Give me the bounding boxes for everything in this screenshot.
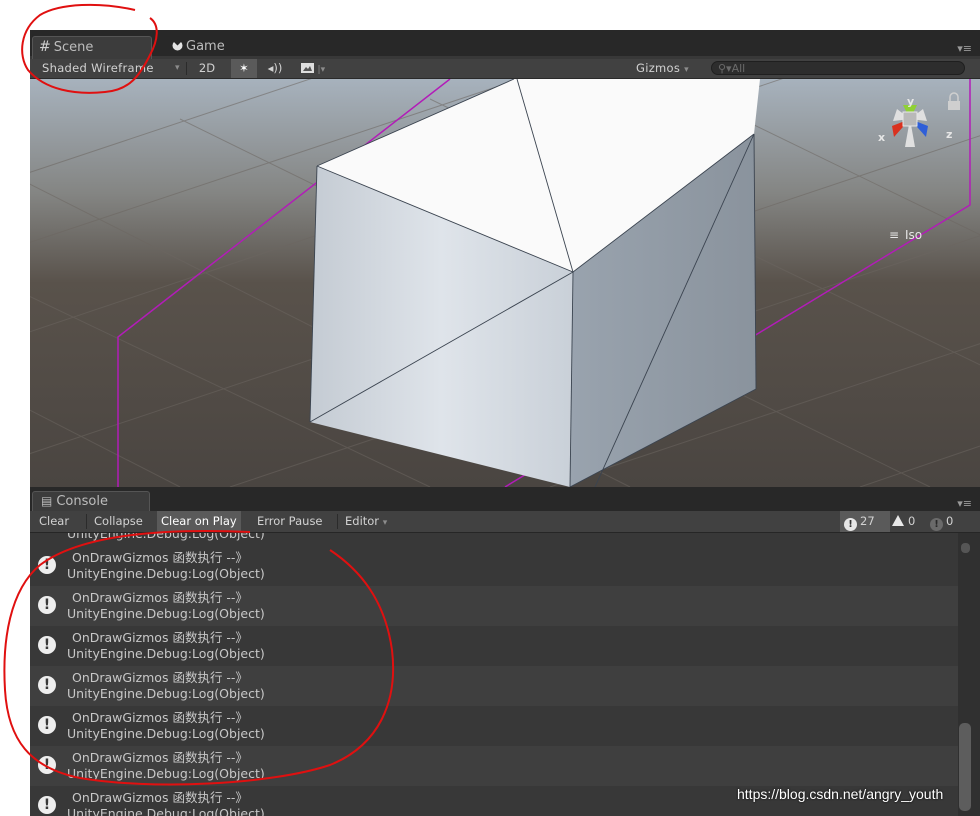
gizmo-axis-z: z	[946, 128, 952, 141]
unity-editor-window: # Scene Game ▾≡ Shaded Wireframe ▾ 2D ✶ ◂…	[30, 30, 980, 816]
log-trace: UnityEngine.Debug:Log(Object)	[67, 606, 265, 621]
scroll-up-button[interactable]	[961, 543, 970, 553]
panel-menu-icon[interactable]: ▾≡	[957, 497, 972, 510]
image-icon	[300, 61, 318, 75]
tab-console-label: Console	[56, 494, 108, 509]
log-trace: UnityEngine.Debug:Log(Object)	[67, 566, 265, 581]
log-count-toggle[interactable]: ! 27	[840, 511, 890, 532]
info-icon: !	[38, 796, 56, 814]
scene-render: y x z ≡ Iso	[30, 79, 980, 487]
lighting-toggle-button[interactable]: ✶	[231, 59, 257, 78]
clear-on-play-button[interactable]: Clear on Play	[157, 511, 241, 532]
grid-icon: #	[39, 39, 51, 55]
error-pause-button[interactable]: Error Pause	[257, 511, 323, 532]
log-message: OnDrawGizmos 函数执行 --》	[72, 790, 248, 805]
watermark: https://blog.csdn.net/angry_youth	[737, 786, 944, 802]
warning-count: 0	[908, 514, 916, 528]
projection-label: Iso	[905, 228, 922, 242]
error-count-toggle[interactable]: ! 0	[930, 511, 953, 532]
log-trace: UnityEngine.Debug:Log(Object)	[67, 646, 265, 661]
gizmos-dropdown[interactable]: Gizmos ▾	[636, 59, 689, 78]
warning-icon	[892, 515, 904, 526]
2d-toggle-button[interactable]: 2D	[192, 59, 222, 78]
info-icon: !	[38, 716, 56, 734]
scene-tab-bar: # Scene Game ▾≡	[30, 30, 980, 59]
chevron-down-icon: ▾	[382, 518, 388, 528]
info-icon: !	[38, 676, 56, 694]
console-scrollbar[interactable]	[958, 533, 980, 816]
tab-game[interactable]: Game	[166, 36, 246, 58]
chevron-down-icon: ▾	[684, 65, 689, 75]
log-message: OnDrawGizmos 函数执行 --》	[72, 630, 248, 645]
console-tab-bar: ▤ Console ▾≡	[30, 487, 980, 512]
pacman-icon	[172, 36, 183, 56]
error-count: 0	[946, 514, 954, 528]
console-icon: ▤	[41, 494, 53, 508]
tab-scene[interactable]: # Scene	[32, 36, 152, 59]
console-log-list[interactable]: UnityEngine.Debug:Log(Object) ! OnDrawGi…	[30, 533, 958, 816]
log-entry[interactable]: ! OnDrawGizmos 函数执行 --》 UnityEngine.Debu…	[30, 586, 958, 626]
chevron-down-icon: ▾	[175, 63, 180, 73]
log-message: OnDrawGizmos 函数执行 --》	[72, 550, 248, 565]
info-icon: !	[844, 518, 857, 531]
speaker-icon: ◂))	[267, 61, 283, 75]
scene-toolbar: Shaded Wireframe ▾ 2D ✶ ◂)) |▾ Gizmos ▾ …	[30, 59, 980, 79]
toolbar-divider	[186, 62, 187, 75]
info-icon: !	[38, 556, 56, 574]
toolbar-divider	[337, 514, 338, 529]
log-message: OnDrawGizmos 函数执行 --》	[72, 750, 248, 765]
log-count: 27	[860, 514, 875, 528]
gizmo-axis-y: y	[907, 95, 914, 108]
shading-mode-dropdown[interactable]: Shaded Wireframe	[42, 59, 154, 78]
tab-console[interactable]: ▤ Console	[32, 491, 150, 512]
log-entry[interactable]: ! OnDrawGizmos 函数执行 --》 UnityEngine.Debu…	[30, 546, 958, 586]
log-message: OnDrawGizmos 函数执行 --》	[72, 710, 248, 725]
log-trace: UnityEngine.Debug:Log(Object)	[67, 686, 265, 701]
toolbar-divider	[86, 514, 87, 529]
error-icon: !	[930, 518, 943, 531]
log-entry[interactable]: ! OnDrawGizmos 函数执行 --》 UnityEngine.Debu…	[30, 626, 958, 666]
search-placeholder: All	[731, 62, 746, 75]
info-icon: !	[38, 636, 56, 654]
tab-scene-label: Scene	[53, 40, 94, 55]
log-entry[interactable]: ! OnDrawGizmos 函数执行 --》 UnityEngine.Debu…	[30, 746, 958, 786]
effects-dropdown[interactable]: |▾	[298, 59, 328, 78]
clear-button[interactable]: Clear	[39, 511, 69, 532]
log-trace: UnityEngine.Debug:Log(Object)	[67, 726, 265, 741]
warning-count-toggle[interactable]: 0	[892, 511, 915, 532]
info-icon: !	[38, 596, 56, 614]
log-message: OnDrawGizmos 函数执行 --》	[72, 590, 248, 605]
console-toolbar: Clear Collapse Clear on Play Error Pause…	[30, 511, 980, 533]
scene-viewport[interactable]: y x z ≡ Iso	[30, 79, 980, 487]
log-message: OnDrawGizmos 函数执行 --》	[72, 670, 248, 685]
editor-label: Editor	[345, 514, 380, 528]
tab-game-label: Game	[186, 39, 225, 54]
log-partial-line: UnityEngine.Debug:Log(Object)	[67, 533, 265, 541]
chevron-down-icon: |▾	[317, 65, 326, 75]
search-icon: ⚲▾	[718, 62, 732, 75]
log-trace: UnityEngine.Debug:Log(Object)	[67, 766, 265, 781]
scrollbar-thumb[interactable]	[959, 723, 971, 811]
projection-icon: ≡	[889, 228, 899, 242]
sun-icon: ✶	[239, 61, 249, 75]
info-icon: !	[38, 756, 56, 774]
gizmos-label: Gizmos	[636, 61, 681, 75]
log-entry[interactable]: ! OnDrawGizmos 函数执行 --》 UnityEngine.Debu…	[30, 706, 958, 746]
editor-dropdown[interactable]: Editor ▾	[345, 511, 387, 532]
panel-menu-icon[interactable]: ▾≡	[957, 42, 972, 55]
scene-search-input[interactable]: ⚲▾All	[711, 61, 965, 75]
audio-toggle-button[interactable]: ◂))	[262, 59, 288, 78]
log-entry[interactable]: ! OnDrawGizmos 函数执行 --》 UnityEngine.Debu…	[30, 666, 958, 706]
collapse-button[interactable]: Collapse	[94, 511, 143, 532]
log-trace: UnityEngine.Debug:Log(Object)	[67, 806, 265, 816]
gizmo-axis-x: x	[878, 131, 885, 144]
